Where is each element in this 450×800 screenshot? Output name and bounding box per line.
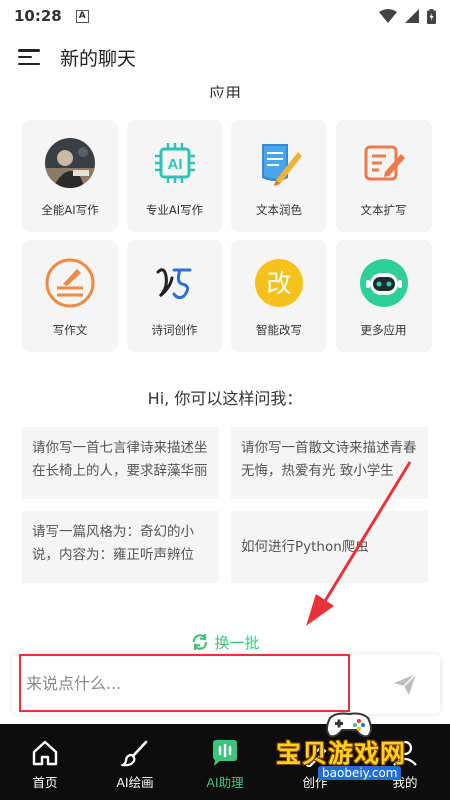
rewrite-icon: 改 [254, 258, 304, 308]
nav-label: 创作 [302, 775, 328, 790]
chat-assistant-icon [210, 738, 240, 768]
app-poem-create[interactable]: 诗词创作 [126, 240, 223, 352]
suggestion-card[interactable]: 如何进行Python爬虫 [231, 511, 428, 583]
app-label: 专业AI写作 [145, 203, 204, 217]
edit-note-icon [359, 138, 409, 188]
status-bar: 10:28 A [0, 0, 450, 32]
nav-home[interactable]: 首页 [0, 724, 90, 800]
app-all-ai-writing[interactable]: 全能AI写作 [22, 120, 118, 232]
suggestion-card[interactable]: 请你写一首散文诗来描述青春无悔，热爱有光 致小学生 [231, 427, 428, 499]
apps-section-title: 应用 [208, 84, 241, 98]
app-label: 全能AI写作 [41, 203, 99, 217]
brush-icon [120, 738, 150, 768]
app-smart-rewrite[interactable]: 改 智能改写 [231, 240, 327, 352]
app-text-expand[interactable]: 文本扩写 [335, 120, 432, 232]
app-label: 智能改写 [256, 323, 302, 337]
send-icon[interactable] [392, 671, 418, 697]
battery-icon [427, 8, 436, 24]
home-icon [30, 738, 60, 768]
menu-icon[interactable] [18, 49, 40, 65]
app-grid: 全能AI写作 AI 专业AI写作 文本润色 文本扩写 写作文 诗词创作 改 智能… [22, 120, 432, 352]
app-pro-ai-writing[interactable]: AI 专业AI写作 [126, 120, 223, 232]
app-header: 新的聊天 [0, 32, 450, 82]
profile-icon [390, 738, 420, 768]
writing-icon [45, 258, 95, 308]
poem-icon [150, 258, 200, 308]
suggestions-grid: 请你写一首七言律诗来描述坐在长椅上的人，要求辞藻华丽 请你写一首散文诗来描述青春… [22, 427, 428, 583]
status-time: 10:28 [14, 7, 62, 25]
nav-ai-assistant[interactable]: AI助理 [180, 724, 270, 800]
suggestion-card[interactable]: 请你写一首七言律诗来描述坐在长椅上的人，要求辞藻华丽 [22, 427, 219, 499]
svg-text:AI: AI [167, 156, 182, 173]
nav-label: 首页 [32, 775, 58, 790]
suggestion-card[interactable]: 请写一篇风格为：奇幻的小说，内容为：雍正听声辨位 [22, 511, 219, 583]
status-icons [379, 8, 436, 24]
signal-icon [405, 9, 419, 23]
nav-label: AI助理 [206, 775, 244, 790]
app-label: 文本润色 [256, 203, 302, 217]
nav-create[interactable]: 创作 [270, 724, 360, 800]
notification-icon: A [75, 9, 89, 23]
robot-icon [359, 258, 409, 308]
suggestions-title: Hi, 你可以这样问我： [147, 389, 303, 408]
create-icon [300, 738, 330, 768]
app-label: 文本扩写 [360, 203, 407, 217]
app-label: 写作文 [52, 323, 88, 337]
app-label: 诗词创作 [151, 323, 198, 337]
nav-ai-painting[interactable]: AI绘画 [90, 724, 180, 800]
app-text-polish[interactable]: 文本润色 [231, 120, 327, 232]
refresh-label: 换一批 [214, 633, 260, 652]
app-more-apps[interactable]: 更多应用 [335, 240, 432, 352]
svg-text:改: 改 [266, 269, 291, 298]
chat-input-bar [12, 654, 440, 714]
nav-profile[interactable]: 我的 [360, 724, 450, 800]
photo-avatar-icon [45, 138, 95, 188]
wifi-icon [379, 9, 397, 23]
nav-label: AI绘画 [116, 775, 154, 790]
refresh-icon [193, 634, 208, 650]
page-title: 新的聊天 [60, 47, 137, 70]
paper-pen-icon [254, 138, 304, 188]
ai-badge-icon: AI [150, 138, 200, 188]
nav-label: 我的 [392, 775, 418, 790]
refresh-button[interactable]: 换一批 [0, 632, 450, 652]
app-label: 更多应用 [360, 323, 407, 337]
bottom-nav: 首页 AI绘画 AI助理 创作 我的 [0, 724, 450, 800]
app-write-essay[interactable]: 写作文 [22, 240, 118, 352]
chat-input[interactable] [26, 670, 326, 696]
